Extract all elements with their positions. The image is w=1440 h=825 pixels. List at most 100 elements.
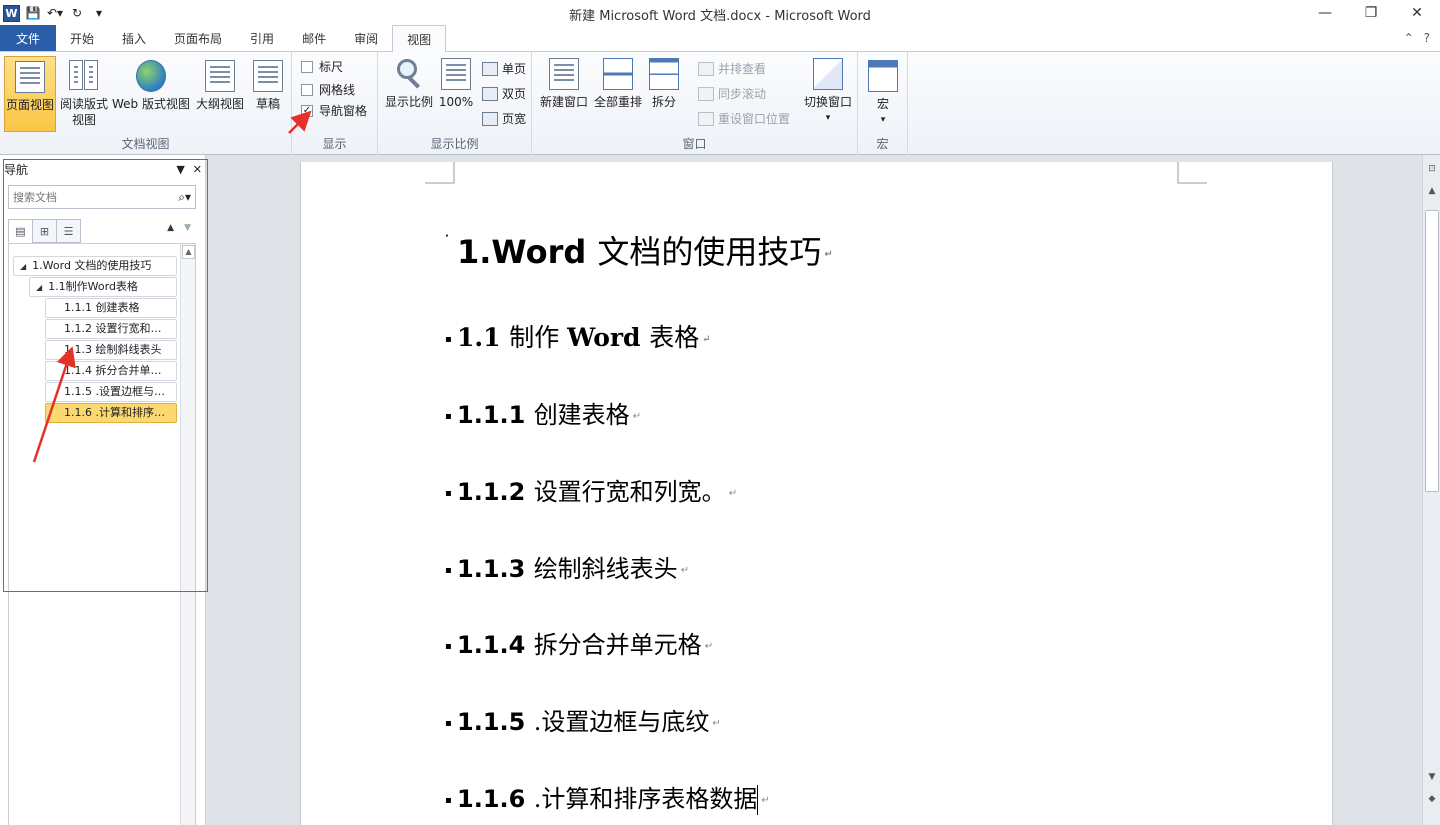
title-bar: W 💾 ↶▾ ↻ ▾ 新建 Microsoft Word 文档.docx - M…: [0, 0, 1440, 26]
tab-review[interactable]: 审阅: [340, 25, 392, 51]
ribbon: 页面视图 阅读版式 视图 Web 版式视图 大纲视图 草稿 文档视图 标尺 网格…: [0, 52, 1440, 155]
draft-button[interactable]: 草稿: [248, 56, 288, 112]
navigation-pane-checkbox[interactable]: ✓ 导航窗格: [301, 102, 367, 119]
ruler-checkbox[interactable]: 标尺: [301, 58, 343, 75]
search-document-input[interactable]: [13, 190, 163, 204]
word-app-icon[interactable]: W: [3, 4, 20, 22]
previous-heading-icon[interactable]: ▲: [167, 223, 174, 233]
zoom-100-button[interactable]: 100%: [438, 56, 474, 110]
outline-icon: [205, 60, 235, 92]
customize-qat-icon[interactable]: ▾: [90, 4, 108, 22]
group-window: 新建窗口 全部重排 拆分 并排查看 同步滚动 重设窗口位置 切换窗口 ▾ 窗口: [532, 52, 858, 155]
tree-scrollbar[interactable]: ▲: [180, 244, 195, 825]
tab-view[interactable]: 视图: [392, 25, 447, 52]
switch-windows-button[interactable]: 切换窗口 ▾: [800, 56, 856, 126]
tab-mailings[interactable]: 邮件: [288, 25, 340, 51]
crop-mark-left: [425, 162, 455, 184]
zoom-button[interactable]: 显示比例: [383, 56, 435, 110]
scroll-down-arrow-icon[interactable]: ▼: [1425, 769, 1439, 785]
heading-1-1-1[interactable]: ▪ 1.1.1 创建表格 ↵: [445, 395, 641, 430]
heading-1[interactable]: · 1.Word 文档的使用技巧 ↵: [445, 227, 833, 273]
navigation-pane-title: 导航: [4, 162, 29, 177]
web-layout-button[interactable]: Web 版式视图: [111, 56, 191, 112]
tree-item-heading-1-1-5[interactable]: 1.1.5 .设置边框与…: [45, 382, 177, 402]
group-label-macros: 宏: [876, 137, 889, 151]
redo-icon[interactable]: ↻: [68, 4, 86, 22]
search-document-box: ⌕▾: [8, 185, 196, 209]
two-pages-button[interactable]: 双页: [482, 85, 526, 102]
navigation-pane: 导航 ▼ ✕ ⌕▾ ▤ ⊞ ☰ ▲ ▼ ◢1.Word 文档的使用技巧 ◢1.1…: [0, 155, 206, 825]
text-cursor: [757, 785, 759, 815]
tree-item-heading-1-1-1[interactable]: 1.1.1 创建表格: [45, 298, 177, 318]
next-heading-icon[interactable]: ▼: [184, 223, 191, 233]
paragraph-mark-icon: ↵: [702, 334, 711, 345]
heading-1-1-4[interactable]: ▪ 1.1.4 拆分合并单元格 ↵: [445, 625, 713, 660]
ruler-toggle-icon[interactable]: ⊡: [1425, 161, 1439, 177]
minimize-button[interactable]: —: [1302, 0, 1348, 26]
one-page-button[interactable]: 单页: [482, 60, 526, 77]
scrollbar-thumb[interactable]: [1425, 210, 1439, 492]
gridlines-checkbox[interactable]: 网格线: [301, 81, 355, 98]
browse-object-icon[interactable]: ◆: [1425, 791, 1439, 807]
group-label-show: 显示: [322, 137, 347, 151]
magnifier-icon: [394, 58, 424, 90]
scroll-up-icon[interactable]: ▲: [182, 245, 195, 259]
tree-item-heading-1-1-6[interactable]: 1.1.6 .计算和排序…: [45, 403, 177, 423]
heading-1-1-2[interactable]: ▪ 1.1.2 设置行宽和列宽。 ↵: [445, 472, 737, 507]
tab-file[interactable]: 文件: [0, 25, 56, 51]
full-reading-button[interactable]: 阅读版式 视图: [58, 56, 110, 128]
browse-headings-tab[interactable]: ▤: [8, 219, 33, 243]
tab-page-layout[interactable]: 页面布局: [160, 25, 236, 51]
close-button[interactable]: ✕: [1394, 0, 1440, 26]
heading-1-1-3[interactable]: ▪ 1.1.3 绘制斜线表头 ↵: [445, 549, 689, 584]
minimize-ribbon-icon[interactable]: ⌃: [1404, 31, 1414, 45]
tree-item-heading-1-1-2[interactable]: 1.1.2 设置行宽和…: [45, 319, 177, 339]
new-window-button[interactable]: 新建窗口: [538, 56, 590, 110]
split-button[interactable]: 拆分: [646, 56, 682, 110]
heading-bullet: ▪: [445, 641, 452, 652]
print-layout-button[interactable]: 页面视图: [4, 56, 56, 132]
search-icon[interactable]: ⌕▾: [178, 190, 191, 205]
save-icon[interactable]: 💾: [24, 4, 42, 22]
tab-references[interactable]: 引用: [236, 25, 288, 51]
pages-grid-icon: ⊞: [39, 224, 50, 238]
gridlines-checkbox-box: [301, 83, 313, 96]
restore-button[interactable]: ❐: [1348, 0, 1394, 26]
switch-windows-dropdown-icon: ▾: [825, 113, 831, 123]
window-title: 新建 Microsoft Word 文档.docx - Microsoft Wo…: [569, 9, 871, 24]
tab-home[interactable]: 开始: [56, 25, 108, 51]
group-show: 标尺 网格线 ✓ 导航窗格 显示: [292, 52, 378, 155]
tree-item-heading-1[interactable]: ◢ 1.Word 文档的使用技巧: [13, 256, 177, 276]
heading-1-1-5[interactable]: ▪ 1.1.5 .设置边框与底纹 ↵: [445, 702, 721, 737]
group-document-views: 页面视图 阅读版式 视图 Web 版式视图 大纲视图 草稿 文档视图: [0, 52, 292, 155]
heading-1-1[interactable]: ▪ 1.1 制作 Word 表格 ↵: [445, 318, 711, 354]
browse-results-tab[interactable]: ☰: [56, 219, 81, 243]
scroll-up-arrow-icon[interactable]: ▲: [1425, 183, 1439, 199]
outline-button[interactable]: 大纲视图: [194, 56, 246, 112]
arrange-all-button[interactable]: 全部重排: [592, 56, 644, 110]
heading-1-1-6[interactable]: ▪ 1.1.6 .计算和排序表格数据 ↵: [445, 779, 770, 815]
reset-window-position-button[interactable]: 重设窗口位置: [698, 110, 790, 127]
heading-bullet: ▪: [445, 411, 452, 422]
help-icon[interactable]: ?: [1424, 31, 1430, 45]
browse-pages-tab[interactable]: ⊞: [32, 219, 57, 243]
two-pages-icon: [482, 86, 498, 101]
undo-icon[interactable]: ↶▾: [46, 4, 64, 22]
document-page[interactable]: · 1.Word 文档的使用技巧 ↵ ▪ 1.1 制作 Word 表格 ↵ ▪ 1.…: [300, 162, 1333, 825]
vertical-scrollbar[interactable]: ⊡ ▲ ▼ ◆: [1422, 155, 1440, 825]
paragraph-mark-icon: ↵: [761, 794, 770, 806]
close-pane-icon[interactable]: ✕: [193, 163, 202, 176]
tab-insert[interactable]: 插入: [108, 25, 160, 51]
sync-scroll-button[interactable]: 同步滚动: [698, 85, 766, 102]
tree-item-heading-1-1-3[interactable]: 1.1.3 绘制斜线表头: [45, 340, 177, 360]
tree-item-heading-1-1-4[interactable]: 1.1.4 拆分合并单…: [45, 361, 177, 381]
tree-item-heading-1-1[interactable]: ◢ 1.1制作Word表格: [29, 277, 177, 297]
view-side-by-side-button[interactable]: 并排查看: [698, 60, 766, 77]
pane-options-icon[interactable]: ▼: [176, 163, 184, 176]
page-width-icon: [482, 111, 498, 126]
split-icon: [649, 58, 679, 90]
crop-mark-right: [1177, 162, 1207, 184]
macros-button[interactable]: 宏 ▾: [866, 56, 900, 128]
page-width-button[interactable]: 页宽: [482, 110, 526, 127]
zoom-100-icon: [441, 58, 471, 90]
